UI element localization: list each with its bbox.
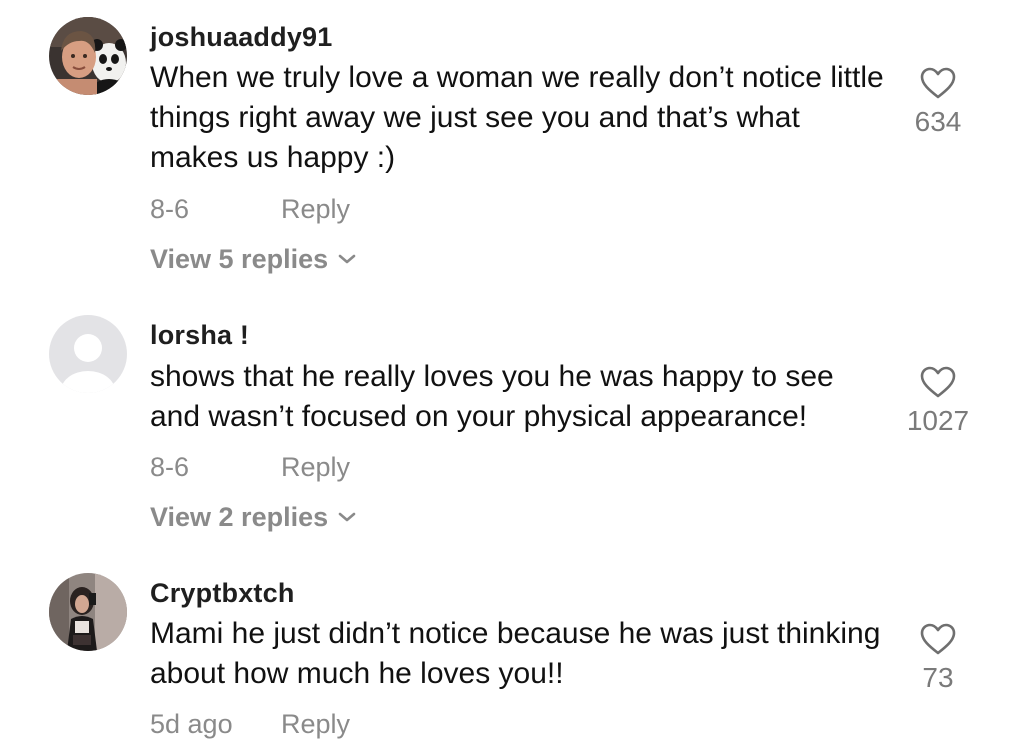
default-avatar-icon: [49, 315, 127, 393]
heart-outline-icon[interactable]: [919, 622, 957, 656]
avatar[interactable]: [49, 315, 127, 393]
comment-text: Mami he just didn’t notice because he wa…: [150, 617, 881, 690]
avatar[interactable]: [49, 17, 127, 95]
view-replies-label: View 2 replies: [150, 502, 329, 532]
reply-button[interactable]: Reply: [281, 452, 350, 482]
comment-date: 8-6: [150, 452, 190, 482]
like-control: 1027: [898, 365, 978, 437]
comment-meta: 5d ago Reply: [150, 709, 350, 740]
like-count: 634: [914, 106, 962, 137]
view-replies-label: View 5 replies: [150, 244, 329, 274]
like-control: 634: [898, 66, 978, 138]
reply-button[interactable]: Reply: [281, 709, 350, 739]
comment-username[interactable]: Cryptbxtch: [150, 578, 295, 609]
comment-date: 8-6: [150, 194, 190, 224]
heart-outline-icon[interactable]: [919, 365, 957, 399]
user-photo-mirror-selfie-icon: [49, 573, 127, 651]
like-control: 73: [898, 622, 978, 694]
comment-text: shows that he really loves you he was ha…: [150, 360, 834, 433]
like-count: 1027: [906, 405, 970, 436]
like-count: 73: [922, 662, 954, 693]
comment-username[interactable]: lorsha !: [150, 320, 249, 351]
chevron-down-icon: [338, 512, 356, 522]
user-photo-panda-icon: [49, 17, 127, 95]
comment-username[interactable]: joshuaaddy91: [150, 22, 332, 53]
avatar[interactable]: [49, 573, 127, 651]
comment-date: 5d ago: [150, 709, 233, 739]
comment-meta: 8-6 Reply: [150, 194, 350, 225]
comment-list: joshuaaddy91 When we truly love a woman …: [0, 0, 1024, 752]
comment-meta: 8-6 Reply: [150, 452, 350, 483]
heart-outline-icon[interactable]: [919, 66, 957, 100]
reply-button[interactable]: Reply: [281, 194, 350, 224]
comment-text: When we truly love a woman we really don…: [150, 61, 884, 174]
view-replies-button[interactable]: View 2 replies: [150, 502, 356, 533]
chevron-down-icon: [338, 254, 356, 264]
view-replies-button[interactable]: View 5 replies: [150, 244, 356, 275]
